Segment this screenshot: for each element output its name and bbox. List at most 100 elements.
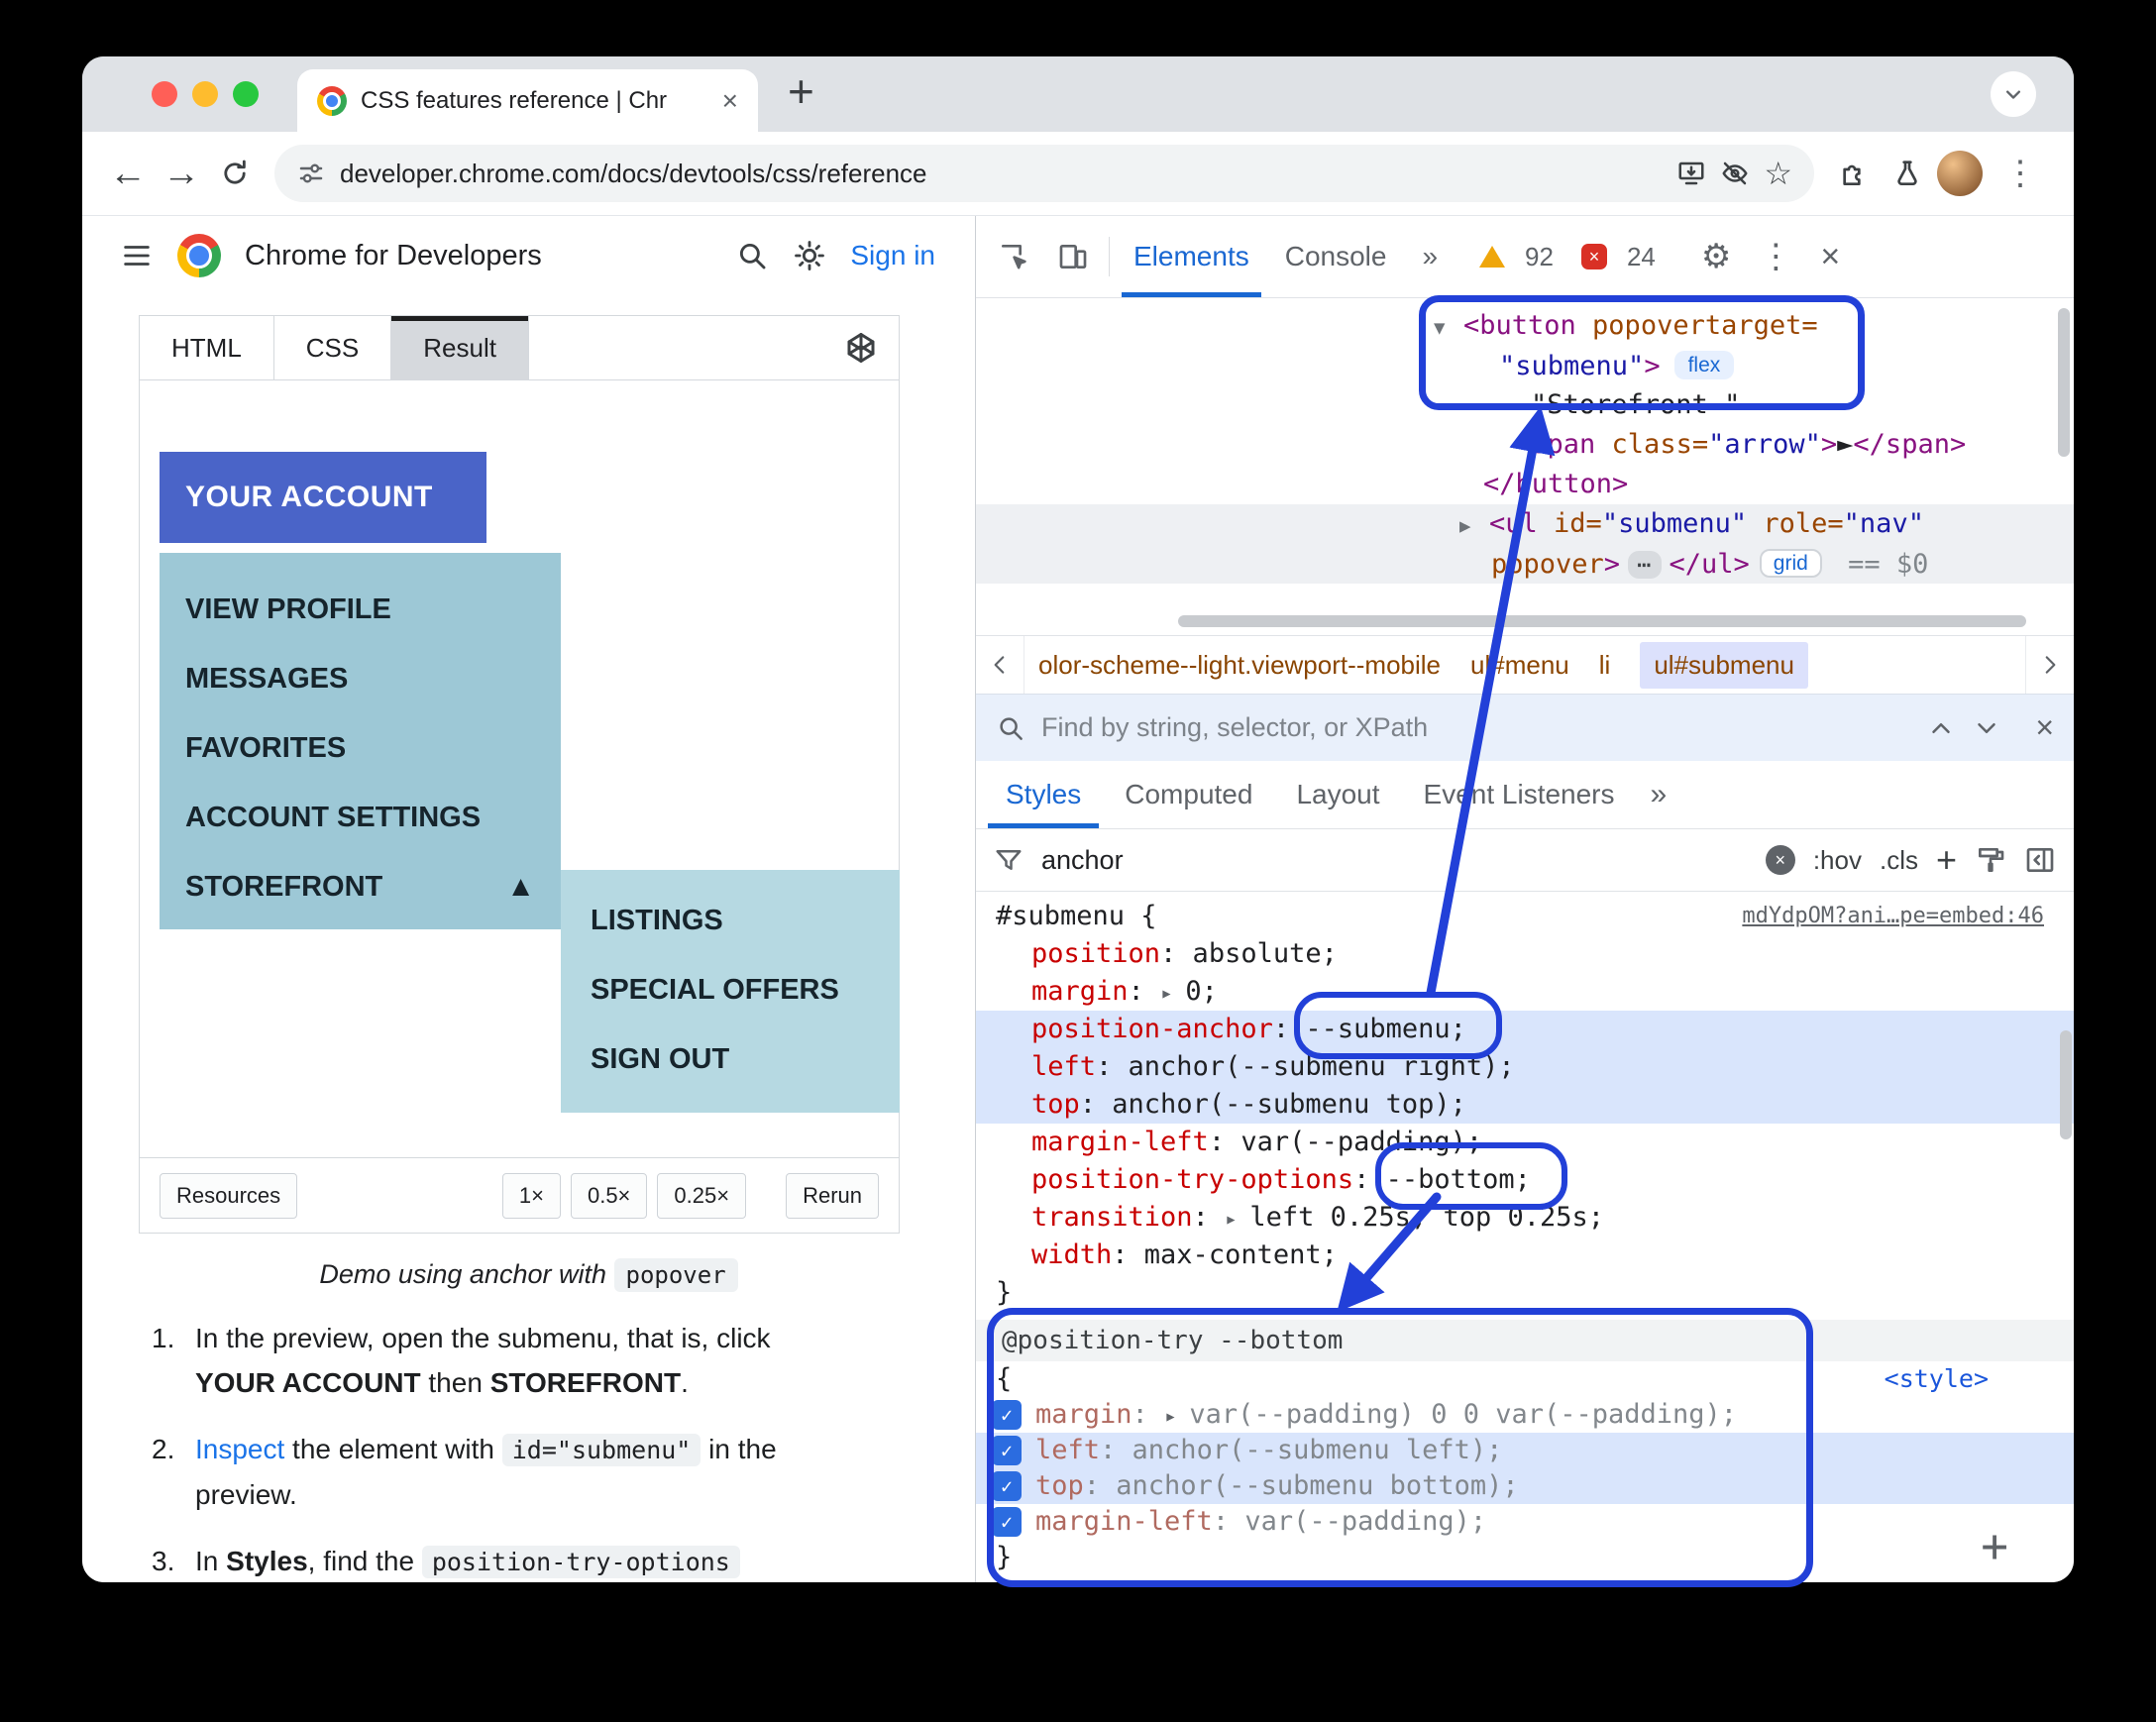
scale-05x-button[interactable]: 0.5×	[570, 1172, 648, 1219]
scale-025x-button[interactable]: 0.25×	[657, 1172, 747, 1219]
resources-button[interactable]: Resources	[160, 1172, 298, 1219]
css-declaration[interactable]: position: absolute;	[976, 935, 2074, 973]
chevron-up-icon[interactable]	[1926, 713, 1956, 743]
menu-item-storefront[interactable]: STOREFRONT ▲	[160, 852, 561, 921]
tab-computed[interactable]: Computed	[1107, 761, 1270, 828]
find-input[interactable]: Find by string, selector, or XPath	[1041, 712, 1910, 743]
maximize-window-button[interactable]	[233, 81, 259, 107]
tab-search-button[interactable]	[1991, 71, 2036, 117]
declaration-checkbox[interactable]: ✓	[992, 1507, 1022, 1537]
tab-result[interactable]: Result	[391, 316, 529, 379]
css-declaration[interactable]: ✓ top: anchor(--submenu bottom);	[976, 1468, 2074, 1504]
clear-filter-icon[interactable]: ×	[1765, 845, 1795, 875]
css-declaration[interactable]: ✓ margin: ▸ var(--padding) 0 0 var(--pad…	[976, 1397, 2074, 1433]
css-declaration[interactable]: ✓ margin-left: var(--padding);	[976, 1504, 2074, 1540]
tab-layout[interactable]: Layout	[1278, 761, 1397, 828]
tab-styles[interactable]: Styles	[988, 761, 1099, 828]
labs-button[interactable]	[1884, 150, 1931, 197]
breadcrumb-scroll-left[interactable]	[976, 636, 1024, 694]
breadcrumb-item[interactable]: olor-scheme--light.viewport--mobile	[1038, 650, 1441, 681]
settings-gear-icon[interactable]: ⚙	[1693, 237, 1739, 276]
scale-1x-button[interactable]: 1×	[501, 1172, 561, 1219]
declaration-checkbox[interactable]: ✓	[992, 1400, 1022, 1430]
filter-input[interactable]: anchor	[1041, 845, 1124, 876]
css-rule-selector[interactable]: #submenu { mdYdpOM?ani…pe=embed:46	[976, 898, 2074, 935]
menu-item[interactable]: ACCOUNT SETTINGS	[160, 783, 561, 852]
browser-menu-button[interactable]: ⋮	[1989, 150, 2052, 197]
dom-node-ul-submenu-end[interactable]: popover> ⋯ </ul> grid == $0	[976, 544, 2074, 584]
eye-off-icon[interactable]	[1720, 159, 1750, 188]
styles-scrollbar[interactable]	[2060, 1030, 2072, 1139]
error-count[interactable]: 24	[1627, 242, 1656, 272]
dom-text-node[interactable]: "Storefront "	[976, 385, 2074, 425]
menu-item[interactable]: MESSAGES	[160, 644, 561, 713]
position-try-header[interactable]: @position-try --bottom	[976, 1320, 2074, 1361]
tab-css[interactable]: CSS	[273, 316, 392, 379]
css-declaration[interactable]: ✓ left: anchor(--submenu left);	[976, 1433, 2074, 1468]
dom-node-button-close[interactable]: </button>	[976, 465, 2074, 504]
css-declaration[interactable]: left: anchor(--submenu right);	[976, 1048, 2074, 1086]
warning-count[interactable]: 92	[1525, 242, 1554, 272]
breadcrumb-item[interactable]: ul#menu	[1470, 650, 1569, 681]
devtools-menu-icon[interactable]: ⋮	[1751, 237, 1800, 276]
tab-console[interactable]: Console	[1273, 216, 1399, 297]
new-rule-plus-button[interactable]: +	[1981, 1519, 2008, 1572]
theme-toggle-icon[interactable]	[793, 239, 826, 272]
find-bar[interactable]: Find by string, selector, or XPath ×	[976, 694, 2074, 761]
dom-node-span[interactable]: <span class="arrow">►</span>	[976, 425, 2074, 465]
extensions-button[interactable]	[1830, 150, 1878, 197]
dom-node-button-open[interactable]: ▼ <button popovertarget=	[976, 306, 2074, 346]
dom-horizontal-scrollbar[interactable]	[1178, 615, 2026, 627]
dom-node-ul-submenu[interactable]: ▶ <ul id="submenu" role="nav"	[976, 504, 2074, 544]
dom-vertical-scrollbar[interactable]	[2058, 308, 2070, 457]
device-toolbar-button[interactable]	[1049, 233, 1097, 280]
css-declaration[interactable]: top: anchor(--submenu top);	[976, 1086, 2074, 1124]
breadcrumb-item-selected[interactable]: ul#submenu	[1640, 641, 1808, 689]
codepen-button[interactable]	[843, 316, 899, 379]
computed-sidebar-icon[interactable]	[2024, 844, 2056, 876]
stylesheet-source-link[interactable]: mdYdpOM?ani…pe=embed:46	[1742, 898, 2044, 935]
css-declaration[interactable]: margin: ▸ 0;	[976, 973, 2074, 1011]
new-tab-button[interactable]: +	[788, 64, 814, 118]
url-text[interactable]: developer.chrome.com/docs/devtools/css/r…	[340, 159, 1663, 189]
more-panels-button[interactable]: »	[1641, 778, 1677, 811]
toggle-hover-state-button[interactable]: :hov	[1813, 845, 1862, 876]
dom-node-button-attrs[interactable]: "submenu"> flex	[976, 346, 2074, 385]
declaration-checkbox[interactable]: ✓	[992, 1471, 1022, 1501]
css-declaration-position-try-options[interactable]: position-try-options: --bottom;	[976, 1161, 2074, 1199]
hamburger-menu-icon[interactable]	[120, 239, 154, 272]
minimize-window-button[interactable]	[192, 81, 218, 107]
tab-event-listeners[interactable]: Event Listeners	[1406, 761, 1633, 828]
menu-item[interactable]: FAVORITES	[160, 713, 561, 783]
submenu-item[interactable]: SIGN OUT	[561, 1024, 900, 1094]
chevron-down-icon[interactable]	[1972, 713, 2001, 743]
new-style-rule-button[interactable]: +	[1936, 839, 1957, 881]
submenu-item[interactable]: LISTINGS	[561, 886, 900, 955]
profile-avatar[interactable]	[1937, 151, 1983, 196]
tab-elements[interactable]: Elements	[1122, 216, 1261, 297]
toggle-class-button[interactable]: .cls	[1880, 845, 1918, 876]
css-declaration[interactable]: transition: ▸ left 0.25s, top 0.25s;	[976, 1199, 2074, 1237]
more-tabs-button[interactable]: »	[1410, 216, 1450, 297]
css-declaration-position-anchor[interactable]: position-anchor: --submenu;	[976, 1011, 2074, 1048]
declaration-checkbox[interactable]: ✓	[992, 1436, 1022, 1465]
close-devtools-icon[interactable]: ×	[1812, 238, 1848, 276]
css-declaration[interactable]: width: max-content;	[976, 1237, 2074, 1274]
tab-html[interactable]: HTML	[140, 316, 274, 379]
close-window-button[interactable]	[152, 81, 177, 107]
back-button[interactable]: ←	[104, 150, 152, 197]
site-settings-icon[interactable]	[296, 159, 326, 188]
site-brand[interactable]: Chrome for Developers	[245, 240, 542, 272]
close-find-icon[interactable]: ×	[2035, 709, 2054, 746]
reload-button[interactable]	[211, 150, 259, 197]
breadcrumb-item[interactable]: li	[1599, 650, 1611, 681]
style-tag-link[interactable]: <style>	[1885, 1361, 1989, 1397]
paint-roller-icon[interactable]	[1975, 844, 2006, 876]
inspect-link[interactable]: Inspect	[195, 1434, 284, 1464]
submenu-item[interactable]: SPECIAL OFFERS	[561, 955, 900, 1024]
your-account-button[interactable]: YOUR ACCOUNT	[160, 452, 486, 543]
breadcrumb-scroll-right[interactable]	[2025, 636, 2074, 694]
tab-close-icon[interactable]: ×	[722, 86, 738, 115]
install-icon[interactable]	[1676, 159, 1706, 188]
rerun-button[interactable]: Rerun	[786, 1172, 879, 1219]
